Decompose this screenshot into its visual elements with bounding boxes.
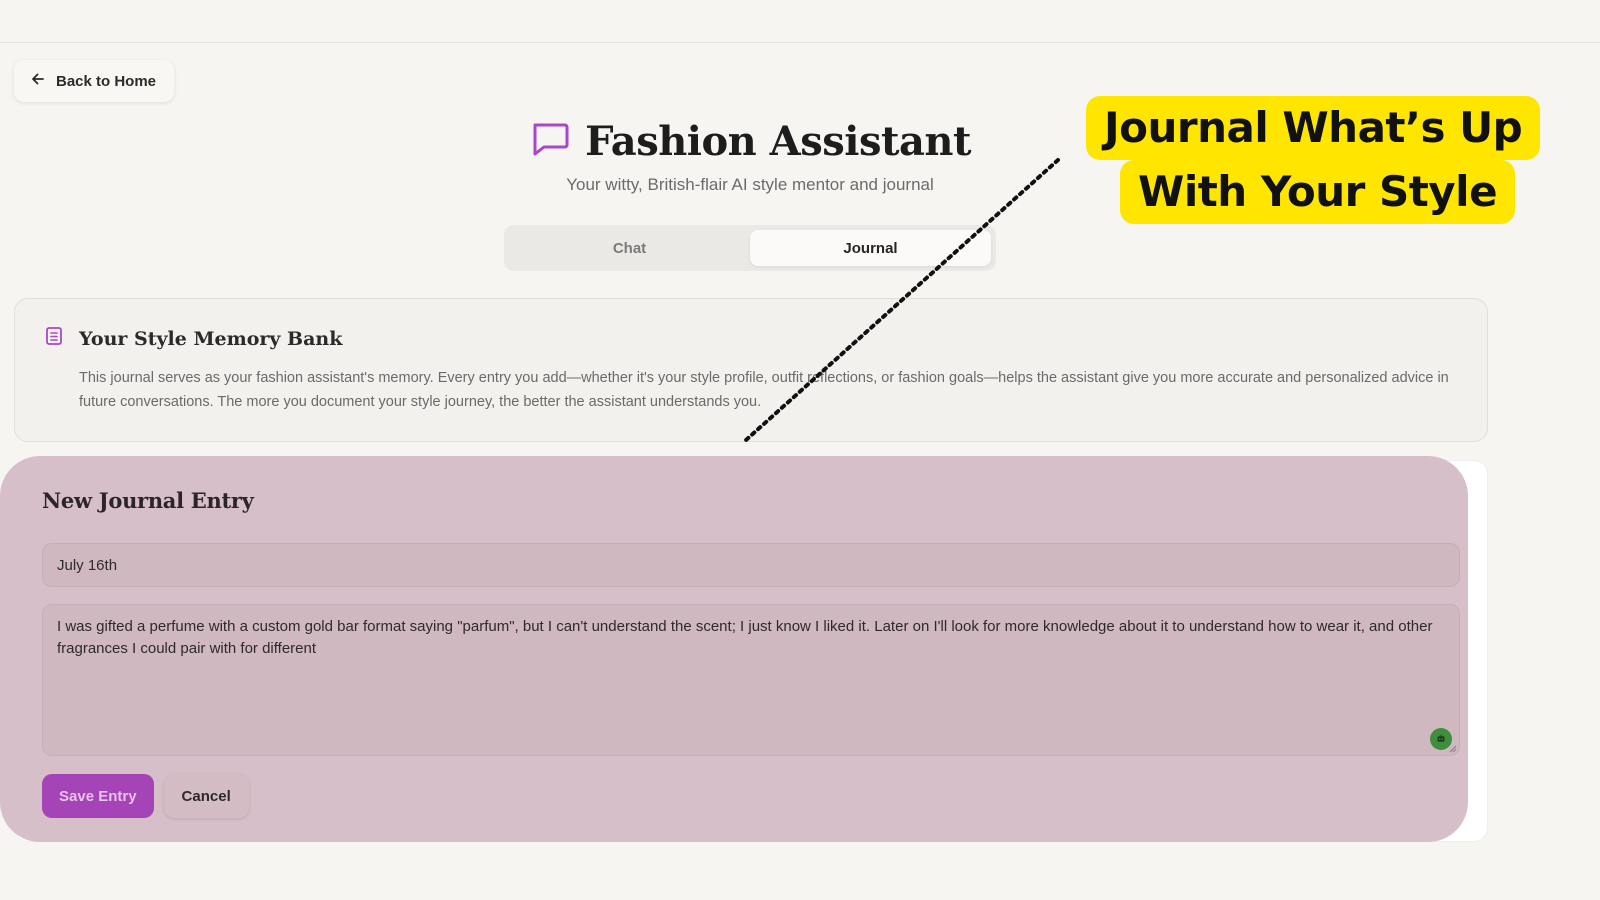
new-entry-card: New Journal Entry July 16th I was gifted… (0, 456, 1468, 842)
tab-journal[interactable]: Journal (750, 230, 991, 266)
memory-bank-description: This journal serves as your fashion assi… (79, 370, 1449, 410)
chat-bubble-icon (529, 118, 571, 165)
arrow-left-icon (30, 71, 46, 91)
memory-bank-title: Your Style Memory Bank (79, 327, 343, 350)
callout-line-1: Journal What’s Up (1086, 96, 1541, 160)
page-title: Fashion Assistant (585, 118, 971, 165)
save-entry-button[interactable]: Save Entry (42, 774, 154, 818)
entry-body-textarea[interactable]: I was gifted a perfume with a custom gol… (42, 604, 1460, 756)
cancel-button[interactable]: Cancel (163, 774, 249, 818)
mode-tabs: Chat Journal (504, 225, 996, 271)
page-header: Fashion Assistant Your witty, British-fl… (500, 118, 1000, 195)
top-divider (0, 42, 1600, 43)
tab-chat[interactable]: Chat (509, 230, 750, 266)
memory-bank-card: Your Style Memory Bank This journal serv… (14, 298, 1488, 442)
notebook-icon (43, 325, 65, 352)
back-to-home-button[interactable]: Back to Home (14, 60, 175, 102)
callout-line-2: With Your Style (1120, 160, 1516, 224)
resize-handle-icon[interactable] (1447, 743, 1457, 753)
page-subtitle: Your witty, British-flair AI style mento… (566, 175, 934, 194)
entry-body-text: I was gifted a perfume with a custom gol… (57, 618, 1433, 657)
new-entry-title: New Journal Entry (42, 488, 254, 513)
entry-date-input[interactable]: July 16th (42, 543, 1460, 587)
back-to-home-label: Back to Home (56, 72, 157, 90)
